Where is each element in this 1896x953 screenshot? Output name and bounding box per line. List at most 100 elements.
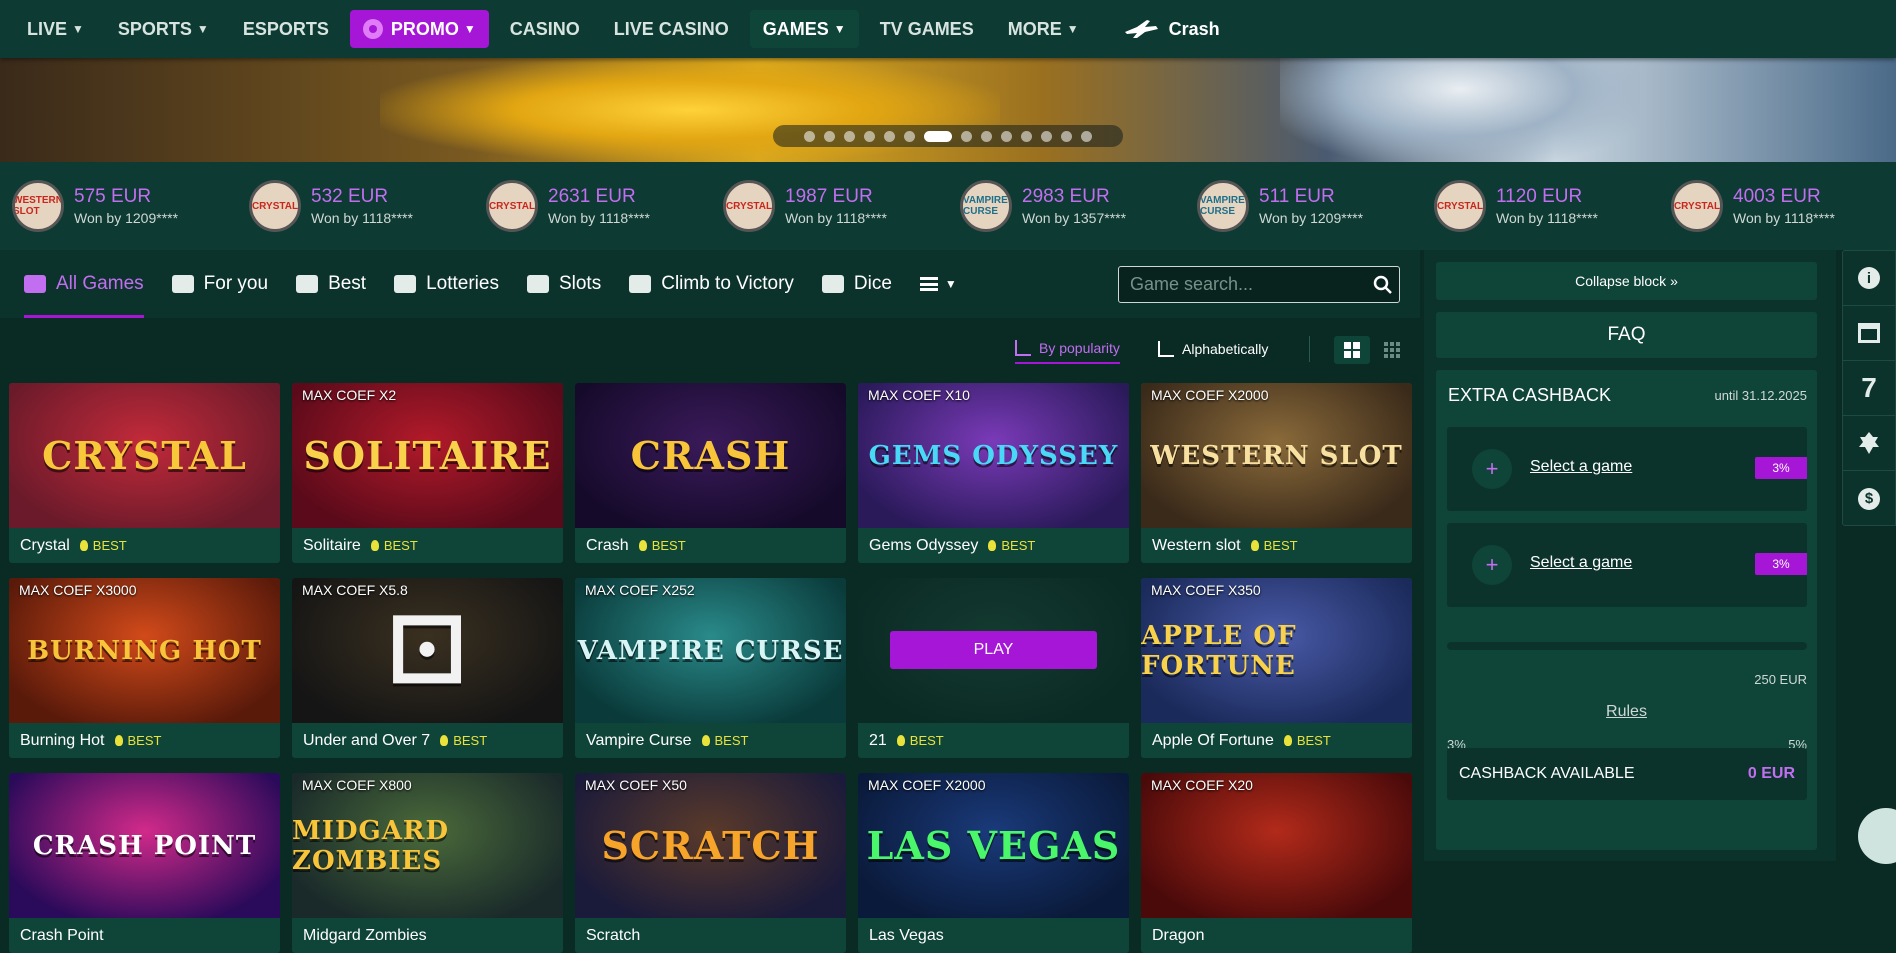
sort-bar: By popularity Alphabetically — [0, 328, 1420, 370]
flame-icon — [370, 540, 379, 551]
game-name: Gems Odyssey — [869, 536, 979, 554]
game-card[interactable]: SOLITAIRE MAX COEF X2 Solitaire BEST — [292, 383, 563, 563]
banner-dot[interactable] — [884, 130, 895, 142]
best-label: BEST — [1296, 733, 1331, 748]
winner-item[interactable]: CRYSTAL 4003 EUR Won by 1118**** — [1659, 180, 1896, 232]
cashback-game-slot[interactable]: + Select a game 3% — [1447, 427, 1807, 511]
plus-icon: + — [1472, 449, 1512, 489]
rail-gift-button[interactable] — [1843, 306, 1895, 361]
nav-more[interactable]: MORE ▼ — [995, 10, 1092, 48]
game-card[interactable]: GEMS ODYSSEY MAX COEF X10 Gems Odyssey BEST — [858, 383, 1129, 563]
tab-dice[interactable]: Dice — [821, 250, 892, 318]
game-thumbnail: ⚀ MAX COEF X5.8 — [292, 578, 563, 723]
game-card[interactable]: BURNING HOT MAX COEF X3000 Burning Hot BEST — [9, 578, 280, 758]
banner-dot[interactable] — [1001, 130, 1012, 142]
banner-dot[interactable] — [981, 130, 992, 142]
game-card[interactable]: MIDGARD ZOMBIES MAX COEF X800 Midgard Zomb… — [292, 773, 563, 953]
select-game-link[interactable]: Select a game — [1530, 458, 1632, 476]
game-card[interactable]: CRASH POINT Crash Point — [9, 773, 280, 953]
winner-item[interactable]: CRYSTAL 532 EUR Won by 1118**** — [237, 180, 474, 232]
best-badge: BEST — [1250, 538, 1298, 553]
game-card[interactable]: WESTERN SLOT MAX COEF X2000 Western slot BE… — [1141, 383, 1412, 563]
banner-dot[interactable] — [804, 130, 815, 142]
cashback-game-slot[interactable]: + Select a game 3% — [1447, 523, 1807, 607]
nav-crash[interactable]: Crash — [1110, 10, 1233, 48]
rail-poker-button[interactable] — [1843, 416, 1895, 471]
nav-live[interactable]: LIVE ▼ — [14, 10, 97, 48]
best-label: BEST — [651, 538, 686, 553]
tab-best[interactable]: Best — [296, 250, 366, 318]
nav-games[interactable]: GAMES ▼ — [749, 10, 859, 48]
tab-slots[interactable]: Slots — [526, 250, 601, 318]
winner-item[interactable]: VAMPIRE CURSE 2983 EUR Won by 1357**** — [948, 180, 1185, 232]
nav-live-casino[interactable]: LIVE CASINO — [601, 10, 742, 48]
game-name: Scratch — [586, 926, 641, 944]
sort-alphabetically[interactable]: Alphabetically — [1158, 334, 1268, 364]
game-card[interactable]: VAMPIRE CURSE MAX COEF X252 Vampire Curse B… — [575, 578, 846, 758]
support-chat-button[interactable] — [1858, 808, 1896, 864]
winner-item[interactable]: CRYSTAL 1987 EUR Won by 1118**** — [711, 180, 948, 232]
winner-item[interactable]: CRYSTAL 2631 EUR Won by 1118**** — [474, 180, 711, 232]
categories-menu-button[interactable]: ▼ — [919, 250, 957, 318]
tab-for-you[interactable]: For you — [171, 250, 268, 318]
game-search-input[interactable] — [1130, 274, 1367, 295]
game-card[interactable]: LAS VEGAS MAX COEF X2000 Las Vegas — [858, 773, 1129, 953]
tab-all-games[interactable]: All Games — [24, 250, 144, 318]
nav-label: CASINO — [509, 18, 580, 39]
winner-text: 532 EUR Won by 1118**** — [311, 186, 413, 226]
faq-button[interactable]: FAQ — [1436, 312, 1817, 358]
select-game-link[interactable]: Select a game — [1530, 554, 1632, 572]
plus-icon: + — [1472, 545, 1512, 585]
collapse-block-button[interactable]: Collapse block » — [1436, 262, 1817, 300]
game-card[interactable]: SCRATCH MAX COEF X50 Scratch — [575, 773, 846, 953]
winner-item[interactable]: CRYSTAL 1120 EUR Won by 1118**** — [1422, 180, 1659, 232]
banner-dot[interactable] — [864, 130, 875, 142]
banner-dot[interactable] — [1041, 130, 1052, 142]
nav-label: MORE — [1007, 18, 1062, 39]
game-card[interactable]: ⚀ MAX COEF X5.8 Under and Over 7 BEST — [292, 578, 563, 758]
nav-esports[interactable]: ESPORTS — [230, 10, 342, 48]
flame-icon — [988, 540, 997, 551]
sort-by-popularity[interactable]: By popularity — [1015, 334, 1120, 364]
winner-by: Won by 1118**** — [548, 210, 650, 226]
nav-tv-games[interactable]: TV GAMES — [867, 10, 987, 48]
game-card[interactable]: MAX COEF X20 Dragon — [1141, 773, 1412, 953]
tab-lotteries[interactable]: Lotteries — [394, 250, 499, 318]
banner-dot[interactable] — [961, 130, 972, 142]
best-label: BEST — [1263, 538, 1298, 553]
nav-sports[interactable]: SPORTS ▼ — [105, 10, 222, 48]
game-card[interactable]: CRYSTAL Crystal BEST — [9, 383, 280, 563]
best-badge: BEST — [896, 733, 944, 748]
banner-dot[interactable] — [924, 130, 952, 142]
tab-climb-to-victory[interactable]: Climb to Victory — [629, 250, 794, 318]
search-icon[interactable] — [1367, 269, 1399, 301]
rules-link[interactable]: Rules — [1436, 703, 1817, 721]
nav-promo[interactable]: PROMO ▼ — [349, 10, 489, 48]
view-small-grid-button[interactable] — [1374, 336, 1410, 364]
rail-info-button[interactable]: i — [1843, 251, 1895, 306]
nav-casino[interactable]: CASINO — [497, 10, 593, 48]
banner-dot[interactable] — [1081, 130, 1092, 142]
rail-dollar-button[interactable]: $ — [1843, 471, 1895, 526]
winner-item[interactable]: WESTERN SLOT 575 EUR Won by 1209**** — [0, 180, 237, 232]
max-coef-badge: MAX COEF X5.8 — [302, 582, 408, 598]
dollar-icon: $ — [1858, 487, 1880, 510]
banner-dot[interactable] — [1061, 130, 1072, 142]
category-label: Climb to Victory — [661, 273, 794, 294]
banner-dot[interactable] — [824, 130, 835, 142]
rail-seven-button[interactable]: 7 — [1843, 361, 1895, 416]
flame-icon — [896, 735, 905, 746]
game-card[interactable]: APPLE OF FORTUNE MAX COEF X350 Apple Of Fo… — [1141, 578, 1412, 758]
winner-by: Won by 1118**** — [785, 210, 887, 226]
game-name: Midgard Zombies — [303, 926, 427, 944]
banner-dot[interactable] — [1021, 130, 1032, 142]
play-button[interactable]: PLAY — [890, 631, 1097, 669]
seven-icon: 7 — [1861, 372, 1877, 403]
winner-item[interactable]: VAMPIRE CURSE 511 EUR Won by 1209**** — [1185, 180, 1422, 232]
game-card[interactable]: CRASH Crash BEST — [575, 383, 846, 563]
game-card[interactable]: PLAY 21 BEST — [858, 578, 1129, 758]
view-large-grid-button[interactable] — [1334, 336, 1370, 364]
banner-dot[interactable] — [904, 130, 915, 142]
banner-dot[interactable] — [844, 130, 855, 142]
game-name: Apple Of Fortune — [1152, 731, 1274, 749]
